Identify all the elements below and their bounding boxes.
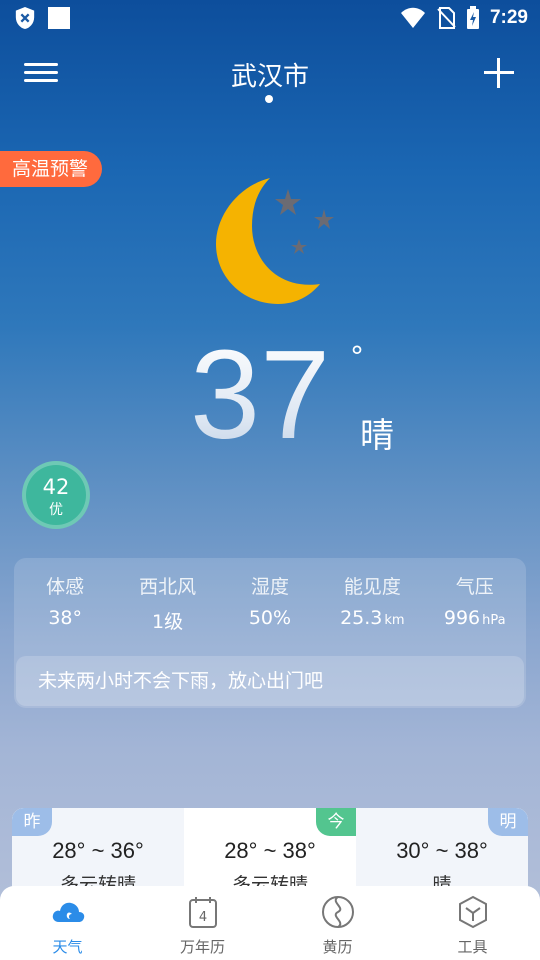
detail-value: 25.3 km — [340, 607, 405, 629]
city-title[interactable]: 武汉市 — [0, 56, 540, 93]
status-bar: 7:29 — [0, 0, 540, 36]
weather-cloud-icon — [52, 902, 84, 922]
detail-value: 50% — [248, 607, 292, 629]
yin-yang-icon — [321, 896, 354, 928]
top-bar: 武汉市 — [0, 50, 540, 110]
day-tag: 昨 — [12, 808, 52, 836]
detail-label: 体感 — [46, 576, 85, 598]
detail-label: 气压 — [455, 576, 494, 598]
detail-label: 能见度 — [343, 576, 401, 598]
nav-tools[interactable]: 工具 — [405, 886, 540, 960]
detail-unit: hPa — [482, 613, 506, 628]
notification-icon — [48, 7, 70, 29]
three-day-forecast: 昨 28° ~ 36° 多云转晴 今 28° ~ 38° 多云转晴 明 30° … — [12, 808, 528, 898]
shield-icon — [15, 7, 35, 29]
detail-value: 38° — [48, 607, 83, 629]
detail-unit: km — [384, 613, 405, 628]
star-icon — [314, 209, 334, 229]
degree-symbol: ° — [350, 340, 364, 373]
current-condition: 晴 — [360, 416, 394, 456]
aqi-value: 42 — [42, 475, 70, 499]
battery-icon — [466, 6, 479, 29]
add-city-button[interactable] — [482, 56, 516, 90]
detail-feels-like: 体感 38° — [15, 572, 115, 634]
calendar-icon: 4 — [188, 897, 217, 928]
bottom-navigation: 天气 4 万年历 黄历 工具 — [0, 886, 540, 960]
svg-text:4: 4 — [198, 910, 206, 925]
nav-label: 万年历 — [179, 938, 225, 956]
forecast-today[interactable]: 今 28° ~ 38° 多云转晴 — [184, 808, 356, 898]
wifi-icon — [400, 7, 425, 28]
detail-label: 湿度 — [250, 576, 289, 598]
day-tag: 今 — [316, 808, 356, 836]
star-icon — [275, 189, 301, 215]
current-temperature: 37 — [190, 324, 331, 465]
temp-range: 28° ~ 38° — [224, 838, 316, 863]
weather-details-card: 体感 38° 西北风 1级 湿度 50% 能见度 25.3 km 气压 996 hP… — [14, 558, 526, 708]
toolbox-icon — [458, 895, 487, 929]
detail-visibility: 能见度 25.3 km — [322, 572, 422, 634]
nav-label: 黄历 — [322, 938, 353, 956]
temp-range: 30° ~ 38° — [396, 838, 488, 863]
nav-label: 工具 — [457, 938, 488, 956]
temp-range: 28° ~ 36° — [52, 838, 144, 863]
detail-label: 西北风 — [139, 576, 197, 598]
aqi-badge[interactable]: 42 优 — [22, 461, 90, 529]
nav-weather[interactable]: 天气 — [0, 886, 135, 960]
detail-pressure: 气压 996 hPa — [425, 572, 525, 634]
clear-night-moon-icon — [216, 178, 334, 304]
detail-wind: 西北风 1级 — [118, 572, 218, 634]
nav-calendar[interactable]: 4 万年历 — [135, 886, 270, 960]
aqi-level: 优 — [49, 502, 63, 518]
rain-forecast-tip[interactable]: 未来两小时不会下雨，放心出门吧 — [16, 656, 524, 706]
clock: 7:29 — [489, 7, 528, 28]
nav-almanac[interactable]: 黄历 — [270, 886, 405, 960]
nav-label: 天气 — [52, 938, 83, 956]
forecast-yesterday[interactable]: 昨 28° ~ 36° 多云转晴 — [12, 808, 184, 898]
heat-warning-badge[interactable]: 高温预警 — [0, 151, 103, 187]
day-tag: 明 — [488, 808, 528, 836]
detail-value: 996 hPa — [443, 607, 506, 629]
detail-humidity: 湿度 50% — [220, 572, 320, 634]
forecast-tomorrow[interactable]: 明 30° ~ 38° 晴 — [356, 808, 528, 898]
star-icon — [291, 239, 307, 254]
no-sim-icon — [437, 7, 456, 29]
detail-value: 1级 — [152, 611, 184, 633]
page-indicator-dot — [265, 95, 273, 103]
